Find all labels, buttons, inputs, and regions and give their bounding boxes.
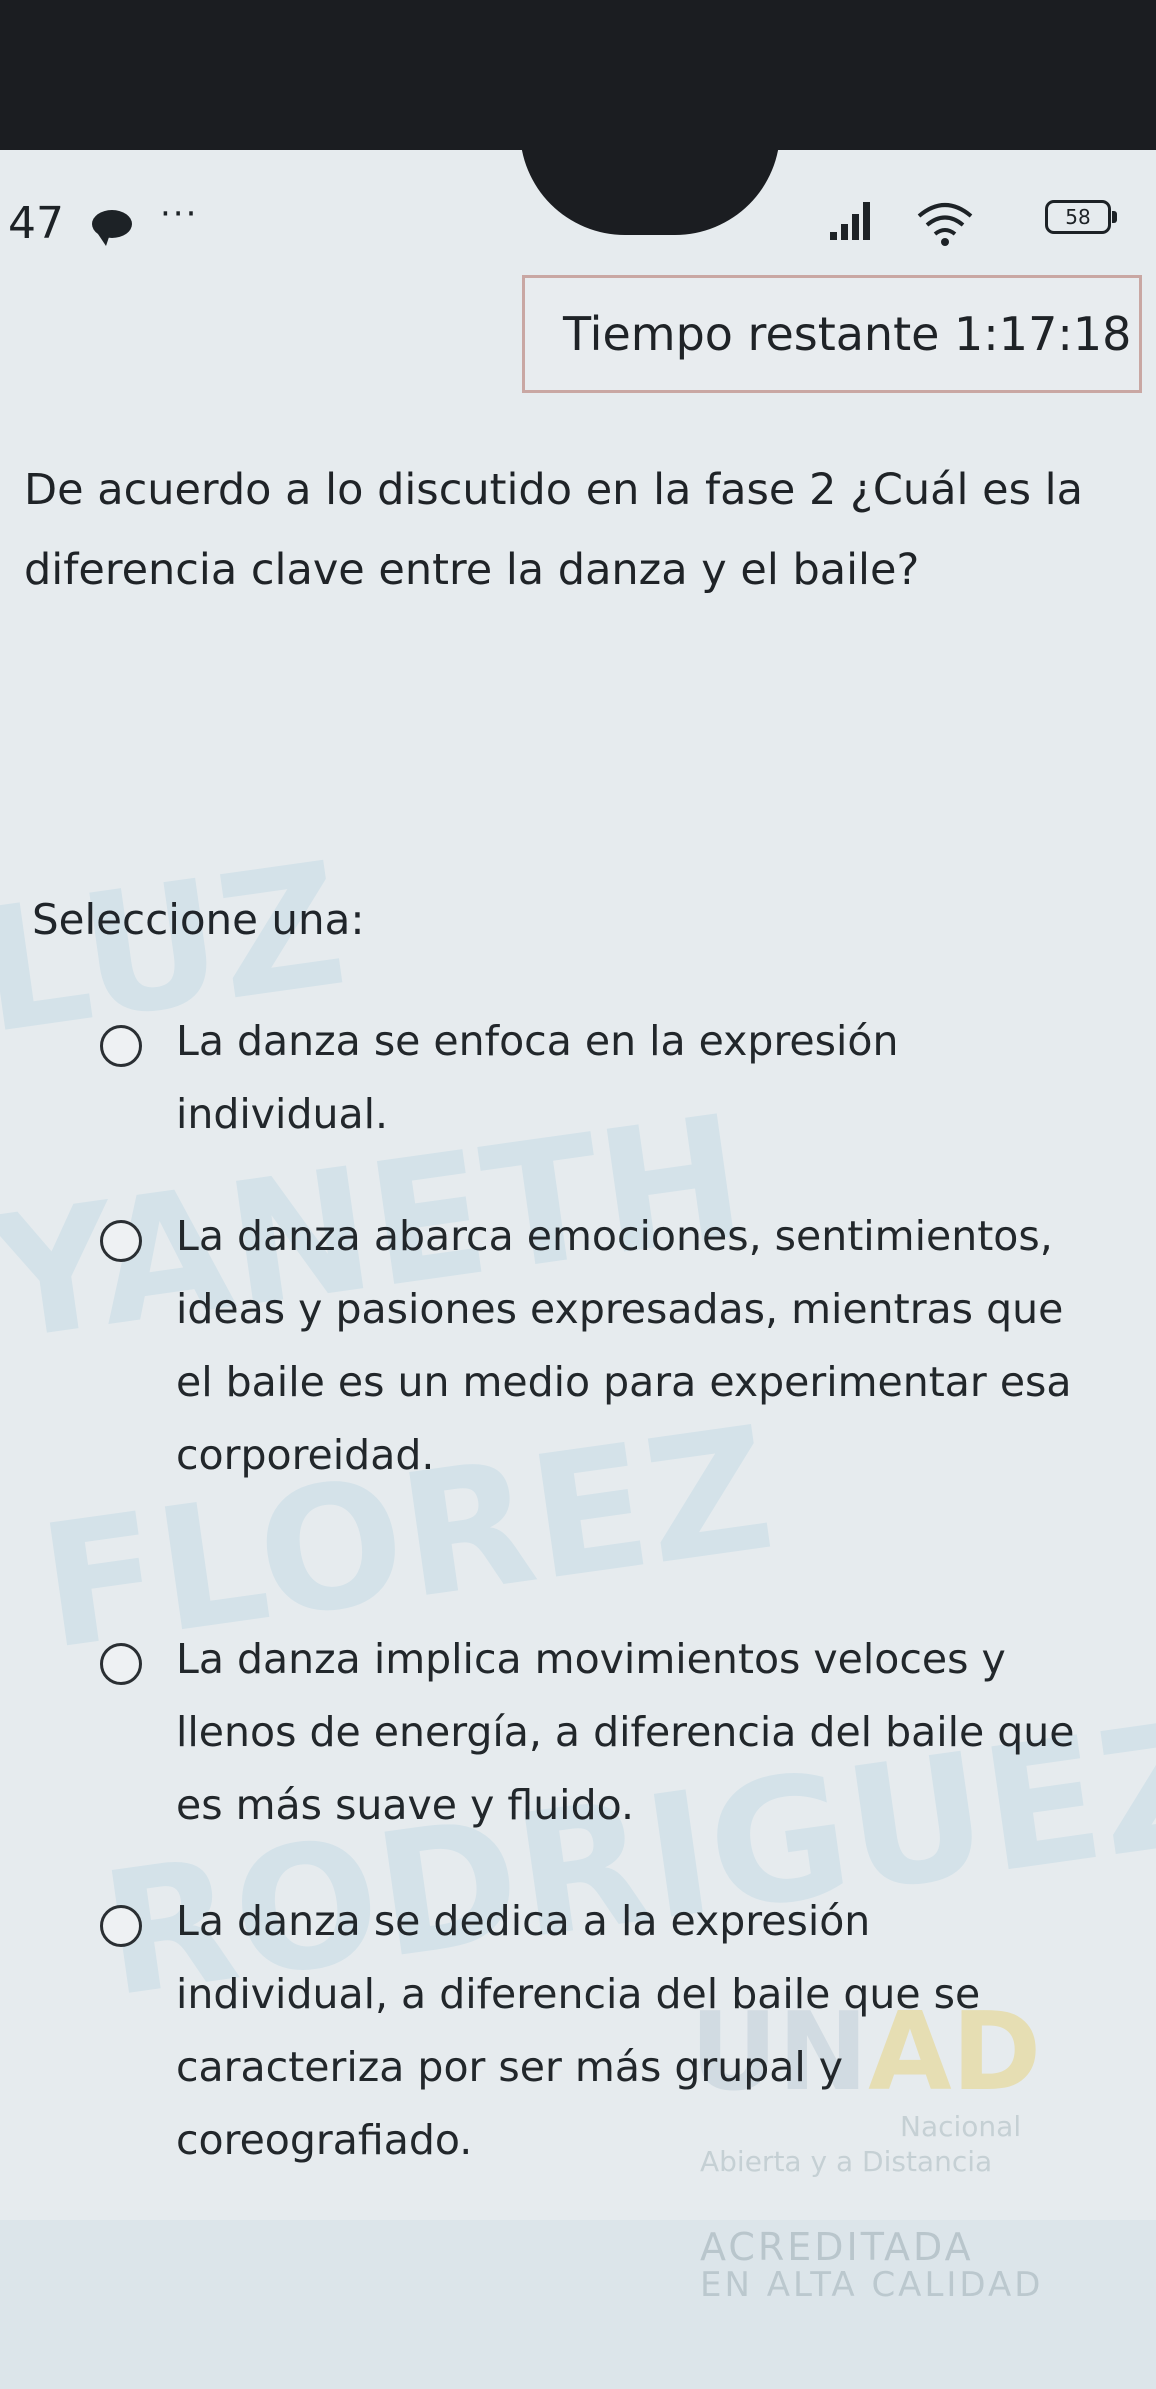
option-4[interactable]: La danza se dedica a la expresión indivi… <box>100 1885 1060 2185</box>
more-notifications-icon: ··· <box>160 194 199 234</box>
camera-notch <box>520 150 780 235</box>
option-3[interactable]: La danza implica movimientos veloces y l… <box>100 1623 1075 1843</box>
option-4-radio[interactable] <box>100 1905 142 1947</box>
option-2-radio[interactable] <box>100 1220 142 1262</box>
option-1-text[interactable]: La danza se enfoca en la expresión indiv… <box>176 1005 1076 1151</box>
accreditation-line-1: ACREDITADA <box>700 2225 974 2269</box>
status-time: 47 <box>8 198 64 249</box>
chat-icon <box>92 210 132 246</box>
option-2[interactable]: La danza abarca emociones, sentimientos,… <box>100 1200 1072 1570</box>
option-1-radio[interactable] <box>100 1025 142 1067</box>
time-remaining-box: Tiempo restante 1:17:18 <box>522 275 1142 393</box>
wifi-icon <box>917 203 973 246</box>
select-one-prompt: Seleccione una: <box>32 895 365 944</box>
option-2-text[interactable]: La danza abarca emociones, sentimientos,… <box>176 1200 1076 1492</box>
signal-icon <box>830 198 880 240</box>
question-text: De acuerdo a lo discutido en la fase 2 ¿… <box>24 465 1083 595</box>
option-4-text[interactable]: La danza se dedica a la expresión indivi… <box>176 1885 1076 2177</box>
option-3-text[interactable]: La danza implica movimientos veloces y l… <box>176 1623 1076 1842</box>
accreditation-line-2: EN ALTA CALIDAD <box>700 2265 1044 2305</box>
screen: LUZ YANETH FLOREZ RODRIGUEZ UNAD Naciona… <box>0 150 1156 2389</box>
battery-icon: 58 <box>1045 200 1117 234</box>
option-3-radio[interactable] <box>100 1643 142 1685</box>
status-bar: 47 ··· 58 <box>0 150 1156 265</box>
option-1[interactable]: La danza se enfoca en la expresión indiv… <box>100 1005 1060 1145</box>
